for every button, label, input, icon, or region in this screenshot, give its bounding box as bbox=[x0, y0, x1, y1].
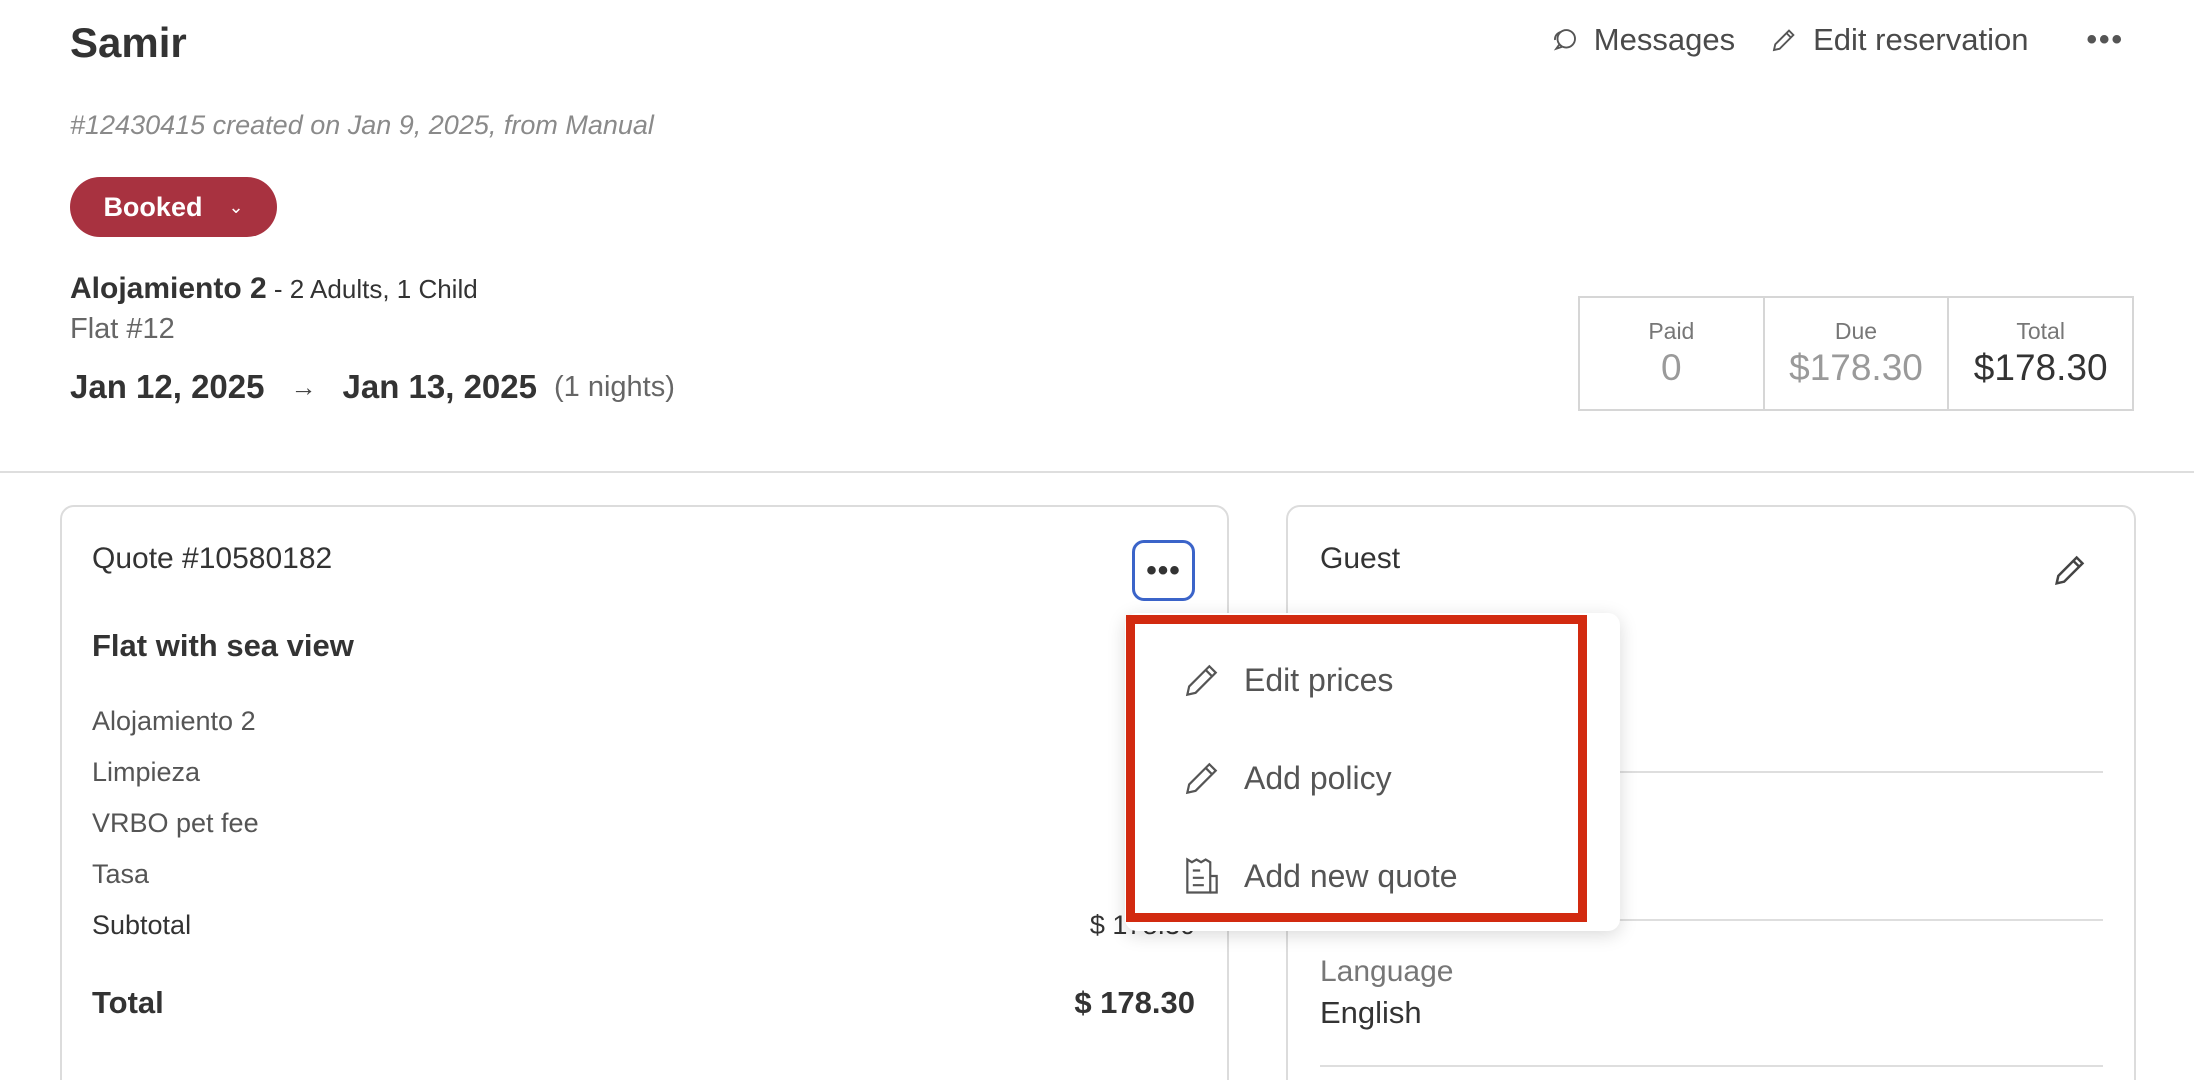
line-item: Limpieza $ bbox=[92, 757, 1195, 808]
menu-item-label: Add new quote bbox=[1244, 857, 1458, 894]
status-dropdown[interactable]: Booked ⌄ bbox=[70, 177, 277, 237]
line-item: VRBO pet fee $ bbox=[92, 808, 1195, 859]
guest-name-title: Samir bbox=[70, 19, 187, 66]
line-item: Alojamiento 2 $ 1 bbox=[92, 706, 1195, 757]
guest-divider bbox=[1320, 1065, 2103, 1067]
nights-count: (1 nights) bbox=[554, 370, 675, 403]
messages-button[interactable]: Messages bbox=[1550, 22, 1735, 58]
unit-name: Alojamiento 2 bbox=[70, 272, 267, 305]
reservation-meta: #12430415 created on Jan 9, 2025, from M… bbox=[70, 110, 654, 140]
line-item-label: Alojamiento 2 bbox=[92, 706, 256, 736]
menu-item-add-new-quote[interactable]: Add new quote bbox=[1180, 854, 1458, 898]
due-cell: Due $178.30 bbox=[1765, 298, 1950, 409]
flat-number: Flat #12 bbox=[70, 313, 175, 345]
line-item: Tasa bbox=[92, 859, 1195, 910]
line-item-label: Tasa bbox=[92, 859, 150, 889]
header-actions: Messages Edit reservation ••• bbox=[1550, 22, 2124, 58]
quote-total-label: Total bbox=[92, 985, 164, 1020]
stay-dates: Jan 12, 2025 → Jan 13, 2025 (1 nights) bbox=[70, 368, 675, 406]
receipt-icon bbox=[1186, 857, 1218, 894]
payment-summary: Paid 0 Due $178.30 Total $178.30 bbox=[1578, 296, 2134, 411]
quote-total-value: $ 178.30 bbox=[1074, 985, 1195, 1020]
chat-bubbles-icon bbox=[1553, 29, 1576, 51]
due-label: Due bbox=[1834, 318, 1878, 344]
total-value: $178.30 bbox=[1973, 347, 2108, 388]
menu-item-edit-prices[interactable]: Edit prices bbox=[1180, 658, 1393, 702]
total-label: Total bbox=[2016, 318, 2065, 344]
quote-total-row: Total $ 178.30 bbox=[92, 985, 1195, 1021]
pencil-icon bbox=[1185, 664, 1218, 697]
unit-line: Alojamiento 2 - 2 Adults, 1 Child bbox=[70, 272, 478, 306]
subtotal-label: Subtotal bbox=[92, 910, 192, 940]
menu-item-label: Add policy bbox=[1244, 759, 1392, 796]
line-item-label: Limpieza bbox=[92, 757, 201, 787]
arrow-right-icon: → bbox=[290, 371, 317, 402]
pencil-icon bbox=[1772, 29, 1795, 52]
due-value: $178.30 bbox=[1789, 347, 1923, 388]
section-divider bbox=[0, 471, 2194, 473]
language-value: English bbox=[1320, 995, 1422, 1030]
check-in-date: Jan 12, 2025 bbox=[70, 368, 265, 405]
subtotal-row: Subtotal $ 178.30 bbox=[92, 910, 1195, 961]
paid-value: 0 bbox=[1661, 347, 1682, 388]
status-label: Booked bbox=[103, 191, 203, 222]
header-more-button[interactable]: ••• bbox=[2086, 23, 2124, 57]
total-cell: Total $178.30 bbox=[1949, 298, 2132, 409]
menu-item-add-policy[interactable]: Add policy bbox=[1180, 756, 1392, 800]
edit-guest-pencil-icon[interactable] bbox=[2050, 550, 2090, 590]
check-out-date: Jan 13, 2025 bbox=[342, 368, 538, 405]
guest-card-title: Guest bbox=[1320, 542, 1401, 575]
line-item-label: VRBO pet fee bbox=[92, 808, 259, 838]
language-label: Language bbox=[1320, 955, 1454, 988]
quote-unit-title: Flat with sea view bbox=[92, 628, 354, 663]
occupancy: - 2 Adults, 1 Child bbox=[266, 274, 478, 304]
quote-title: Quote #10580182 bbox=[92, 542, 333, 575]
quote-line-items: Alojamiento 2 $ 1 Limpieza $ VRBO pet fe… bbox=[92, 706, 1195, 961]
messages-label: Messages bbox=[1593, 22, 1736, 57]
edit-reservation-button[interactable]: Edit reservation bbox=[1769, 22, 2028, 58]
edit-reservation-label: Edit reservation bbox=[1813, 22, 2029, 57]
pencil-icon bbox=[1185, 762, 1218, 795]
menu-item-label: Edit prices bbox=[1244, 661, 1394, 698]
chevron-down-icon: ⌄ bbox=[228, 196, 244, 217]
quote-more-button[interactable]: ••• bbox=[1132, 540, 1195, 601]
paid-label: Paid bbox=[1648, 318, 1695, 344]
paid-cell: Paid 0 bbox=[1580, 298, 1765, 409]
